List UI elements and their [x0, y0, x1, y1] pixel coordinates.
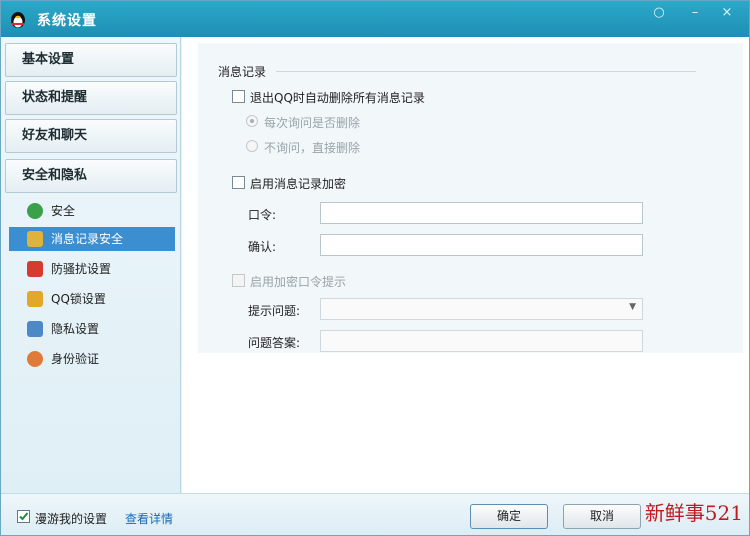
footer-bar: 漫游我的设置 查看详情 确定 取消	[1, 493, 749, 535]
category-status-reminders[interactable]: 状态和提醒	[5, 81, 177, 115]
delete-directly-radio[interactable]	[246, 140, 258, 152]
close-button[interactable]: ×	[717, 4, 737, 22]
chevron-down-icon: ▼	[629, 302, 636, 312]
category-basic-settings[interactable]: 基本设置	[5, 43, 177, 77]
user-icon	[27, 351, 43, 367]
sidebar-item-label: QQ锁设置	[51, 292, 106, 306]
confirm-password-field[interactable]	[320, 234, 643, 256]
password-label: 口令:	[248, 208, 277, 222]
hint-answer-label: 问题答案:	[248, 336, 301, 350]
encrypt-label[interactable]: 启用消息记录加密	[250, 175, 346, 192]
privacy-icon	[27, 321, 43, 337]
sidebar-item-identity-verification[interactable]: 身份验证	[9, 347, 175, 371]
sidebar-item-label: 消息记录安全	[51, 232, 124, 246]
qq-penguin-icon	[11, 12, 25, 28]
sidebar-item-label: 身份验证	[51, 352, 100, 366]
sidebar-item-label: 安全	[51, 204, 76, 218]
sidebar-item-qq-lock[interactable]: QQ锁设置	[9, 287, 175, 311]
category-friends-chat[interactable]: 好友和聊天	[5, 119, 177, 153]
title-bar[interactable]: 系统设置 ○ – ×	[1, 1, 749, 37]
view-details-link[interactable]: 查看详情	[125, 510, 173, 527]
roaming-settings-label[interactable]: 漫游我的设置	[35, 510, 107, 527]
delete-directly-label[interactable]: 不询问，直接删除	[264, 139, 360, 156]
section-divider	[276, 71, 696, 72]
menu-button[interactable]: ○	[649, 4, 669, 22]
sidebar-item-anti-harassment[interactable]: 防骚扰设置	[9, 257, 175, 281]
checkmark-icon	[19, 512, 29, 521]
cancel-button[interactable]: 取消	[563, 504, 641, 529]
sidebar-item-privacy[interactable]: 隐私设置	[9, 317, 175, 341]
sidebar-item-security[interactable]: 安全	[9, 199, 175, 223]
ask-before-delete-label[interactable]: 每次询问是否删除	[264, 114, 360, 131]
sidebar-item-label: 防骚扰设置	[51, 262, 112, 276]
window-title: 系统设置	[37, 13, 97, 29]
settings-window: 系统设置 ○ – × 基本设置 状态和提醒 好友和聊天 安全和隐私 安全 消息记…	[0, 0, 750, 536]
shield-icon	[27, 203, 43, 219]
main-panel: 消息记录 退出QQ时自动删除所有消息记录 每次询问是否删除 不询问，直接删除 启…	[182, 37, 749, 493]
message-record-panel: 消息记录 退出QQ时自动删除所有消息记录 每次询问是否删除 不询问，直接删除 启…	[198, 43, 743, 353]
watermark-text: 新鲜事521	[644, 501, 743, 525]
padlock-icon	[27, 291, 43, 307]
folder-icon	[27, 231, 43, 247]
hint-answer-field[interactable]	[320, 330, 643, 352]
sidebar-item-label: 隐私设置	[51, 322, 100, 336]
sidebar: 基本设置 状态和提醒 好友和聊天 安全和隐私 安全 消息记录安全 防骚扰设置 Q…	[1, 37, 181, 493]
confirm-label: 确认:	[248, 240, 277, 254]
password-field[interactable]	[320, 202, 643, 224]
auto-delete-label[interactable]: 退出QQ时自动删除所有消息记录	[250, 89, 425, 106]
password-hint-label[interactable]: 启用加密口令提示	[250, 273, 346, 290]
sidebar-item-message-record-security[interactable]: 消息记录安全	[9, 227, 175, 251]
roaming-settings-checkbox[interactable]	[17, 510, 30, 523]
auto-delete-checkbox[interactable]	[232, 90, 245, 103]
ok-button[interactable]: 确定	[470, 504, 548, 529]
ask-before-delete-radio[interactable]	[246, 115, 258, 127]
password-hint-checkbox[interactable]	[232, 274, 245, 287]
encrypt-checkbox[interactable]	[232, 176, 245, 189]
lock-icon	[27, 261, 43, 277]
category-security-privacy[interactable]: 安全和隐私	[5, 159, 177, 193]
hint-question-select[interactable]: ▼	[320, 298, 643, 320]
section-title: 消息记录	[218, 65, 267, 79]
hint-question-label: 提示问题:	[248, 304, 301, 318]
minimize-button[interactable]: –	[685, 4, 705, 22]
